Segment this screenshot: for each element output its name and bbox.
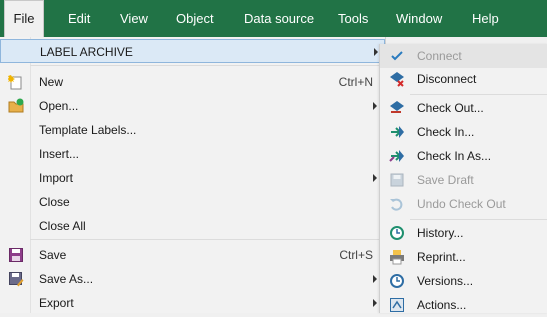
submenu-item-reprint[interactable]: Reprint... [380,245,547,269]
menu-item-insert[interactable]: Insert... [0,142,385,166]
menu-tools[interactable]: Tools [328,0,378,37]
menu-item-export[interactable]: Export [0,291,385,315]
file-menu-dropdown: LABEL ARCHIVE New Ctrl+N Open... Templat… [0,37,386,313]
insert-label: Insert... [39,147,80,161]
menu-item-save[interactable]: Save Ctrl+S [0,243,385,267]
check-out-icon [389,100,405,116]
reprint-printer-icon [389,249,405,265]
submenu-item-undo-check-out[interactable]: Undo Check Out [380,192,547,216]
submenu-item-connect[interactable]: Connect [380,44,547,68]
save-as-label: Save As... [39,272,94,286]
menu-separator [410,219,547,220]
actions-label: Actions... [417,298,467,312]
menu-help[interactable]: Help [462,0,509,37]
check-in-label: Check In... [417,125,475,139]
history-icon [389,225,405,241]
menu-window[interactable]: Window [386,0,452,37]
submenu-arrow-icon [373,275,377,283]
open-folder-icon [8,98,24,114]
menu-item-label-archive[interactable]: LABEL ARCHIVE [0,39,385,63]
menu-edit[interactable]: Edit [58,0,100,37]
submenu-arrow-icon [374,48,378,56]
close-all-label: Close All [39,219,86,233]
template-labels-label: Template Labels... [39,123,137,137]
new-document-icon [8,74,24,90]
menu-item-open[interactable]: Open... [0,94,385,118]
menu-file[interactable]: File [4,0,44,37]
menu-item-import[interactable]: Import [0,166,385,190]
submenu-item-versions[interactable]: Versions... [380,269,547,293]
disconnect-icon [389,71,405,87]
submenu-item-disconnect[interactable]: Disconnect [380,67,547,91]
submenu-item-save-draft[interactable]: Save Draft [380,168,547,192]
menu-view[interactable]: View [110,0,158,37]
disconnect-label: Disconnect [417,72,477,86]
new-shortcut: Ctrl+N [338,75,373,89]
versions-clock-icon [389,273,405,289]
import-label: Import [39,171,74,185]
menu-item-save-as[interactable]: Save As... [0,267,385,291]
save-label: Save [39,248,67,262]
submenu-item-history[interactable]: History... [380,221,547,245]
menu-separator [410,94,547,95]
save-draft-icon [389,172,405,188]
checkmark-icon [389,48,405,64]
check-in-as-icon [389,148,405,164]
submenu-arrow-icon [373,102,377,110]
actions-icon [389,297,405,313]
versions-label: Versions... [417,274,474,288]
menu-item-close-all[interactable]: Close All [0,214,385,238]
menu-object[interactable]: Object [166,0,224,37]
check-in-icon [389,124,405,140]
save-draft-label: Save Draft [417,173,474,187]
undo-check-out-label: Undo Check Out [417,197,506,211]
submenu-item-check-in-as[interactable]: Check In As... [380,144,547,168]
menu-data-source[interactable]: Data source [234,0,324,37]
submenu-arrow-icon [373,174,377,182]
menu-separator [30,239,385,240]
new-label: New [39,75,64,89]
submenu-arrow-icon [373,299,377,307]
menu-item-template-labels[interactable]: Template Labels... [0,118,385,142]
history-label: History... [417,226,464,240]
submenu-item-actions[interactable]: Actions... [380,293,547,317]
menu-item-close[interactable]: Close [0,190,385,214]
check-out-label: Check Out... [417,101,484,115]
label-archive-label: LABEL ARCHIVE [40,45,133,59]
check-in-as-label: Check In As... [417,149,492,163]
export-label: Export [39,296,74,310]
submenu-item-check-out[interactable]: Check Out... [380,96,547,120]
menu-item-new[interactable]: New Ctrl+N [0,70,385,94]
open-label: Open... [39,99,79,113]
label-archive-submenu: Connect Disconnect Check Out... Check In… [379,44,547,313]
menu-bar: File Edit View Object Data source Tools … [0,0,547,37]
close-label: Close [39,195,70,209]
save-disk-icon [8,247,24,263]
save-shortcut: Ctrl+S [339,248,373,262]
menu-separator [30,65,385,66]
submenu-item-check-in[interactable]: Check In... [380,120,547,144]
save-as-icon [8,271,24,287]
undo-check-out-icon [389,196,405,212]
reprint-label: Reprint... [417,250,466,264]
connect-label: Connect [417,49,462,63]
